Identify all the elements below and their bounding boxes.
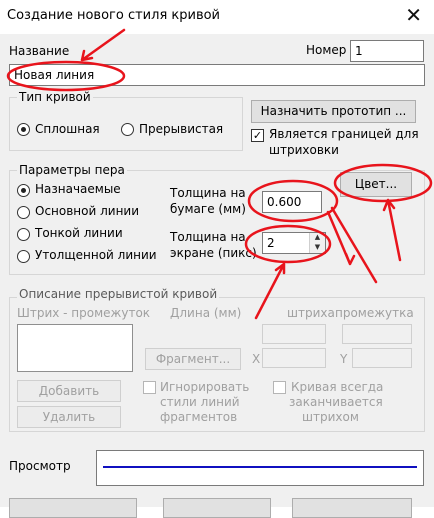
spin-down-icon[interactable]: ▼ — [310, 243, 325, 253]
paper-thickness-label-2: бумаге (мм) — [170, 202, 246, 216]
screen-thickness-value: 2 — [267, 236, 275, 250]
stroke-gap-label: Штрих - промежуток — [17, 306, 151, 320]
radio-pen-thick[interactable] — [17, 250, 30, 263]
name-label: Название — [9, 44, 70, 58]
stroke-length-label: штриха — [287, 306, 335, 320]
screen-thickness-label-1: Толщина на — [170, 230, 246, 244]
help-button[interactable] — [292, 498, 412, 518]
radio-solid-label: Сплошная — [35, 122, 100, 136]
annotation-arrow-name — [80, 28, 126, 62]
radio-pen-assignable-label: Назначаемые — [35, 182, 121, 196]
spin-up-icon[interactable]: ▲ — [310, 233, 325, 243]
number-label: Номер — [306, 43, 347, 57]
radio-pen-main[interactable] — [17, 206, 30, 219]
ok-button[interactable] — [9, 498, 137, 518]
gap-length-label: промежутка — [335, 306, 414, 320]
preview-label: Просмотр — [9, 459, 71, 473]
name-input[interactable]: Новая линия — [9, 64, 425, 86]
title-bar: Создание нового стиля кривой ✕ — [0, 0, 434, 34]
add-button[interactable]: Добавить — [17, 380, 121, 402]
radio-pen-assignable[interactable] — [17, 184, 30, 197]
ignore-styles-checkbox[interactable] — [143, 381, 156, 394]
length-label: Длина (мм) — [170, 306, 242, 320]
y-label: Y — [340, 352, 348, 366]
dialog-title: Создание нового стиля кривой — [7, 8, 221, 23]
pen-params-title: Параметры пера — [17, 163, 127, 177]
ends-with-stroke-label-1: Кривая всегда — [291, 380, 384, 394]
number-input[interactable]: 1 — [350, 40, 424, 62]
hatch-boundary-label-1: Является границей для — [269, 127, 419, 141]
curve-style-dialog: Создание нового стиля кривой ✕ Название … — [0, 0, 434, 518]
cancel-button[interactable] — [163, 498, 271, 518]
fragment-button[interactable]: Фрагмент... — [145, 348, 241, 370]
gap-input[interactable] — [342, 324, 412, 344]
paper-thickness-input[interactable]: 0.600 — [262, 191, 322, 213]
radio-pen-thin-label: Тонкой линии — [35, 226, 123, 240]
y-input[interactable] — [352, 348, 412, 368]
hatch-boundary-checkbox[interactable]: ✓ — [251, 129, 264, 142]
radio-pen-thick-label: Утолщенной линии — [35, 248, 157, 262]
radio-dashed[interactable] — [121, 123, 134, 136]
x-label: X — [252, 352, 261, 366]
screen-thickness-label-2: экране (пикс) — [170, 246, 257, 260]
color-button[interactable]: Цвет... — [340, 172, 412, 197]
curve-type-title: Тип кривой — [17, 90, 93, 104]
ends-with-stroke-checkbox[interactable] — [273, 381, 286, 394]
ignore-styles-label-2: стили линий — [160, 395, 240, 409]
assign-prototype-button[interactable]: Назначить прототип ... — [251, 100, 416, 123]
radio-solid[interactable] — [17, 123, 30, 136]
ends-with-stroke-label-2: заканчивается — [289, 395, 383, 409]
radio-dashed-label: Прерывистая — [139, 122, 224, 136]
paper-thickness-label-1: Толщина на — [170, 186, 246, 200]
radio-pen-thin[interactable] — [17, 228, 30, 241]
delete-button[interactable]: Удалить — [17, 406, 121, 428]
dashed-group-title: Описание прерывистой кривой — [17, 287, 220, 301]
preview-box — [96, 450, 424, 486]
ignore-styles-label-1: Игнорировать — [160, 380, 250, 394]
stroke-gap-list[interactable] — [17, 324, 133, 372]
ignore-styles-label-3: фрагментов — [160, 410, 238, 424]
stroke-input[interactable] — [262, 324, 326, 344]
close-icon[interactable]: ✕ — [405, 4, 422, 26]
hatch-boundary-label-2: штриховки — [269, 143, 339, 157]
ends-with-stroke-label-3: штрихом — [302, 410, 359, 424]
screen-thickness-spinner[interactable]: ▲ ▼ — [309, 233, 325, 253]
radio-pen-main-label: Основной линии — [35, 204, 140, 218]
preview-line — [103, 466, 417, 468]
x-input[interactable] — [262, 348, 326, 368]
